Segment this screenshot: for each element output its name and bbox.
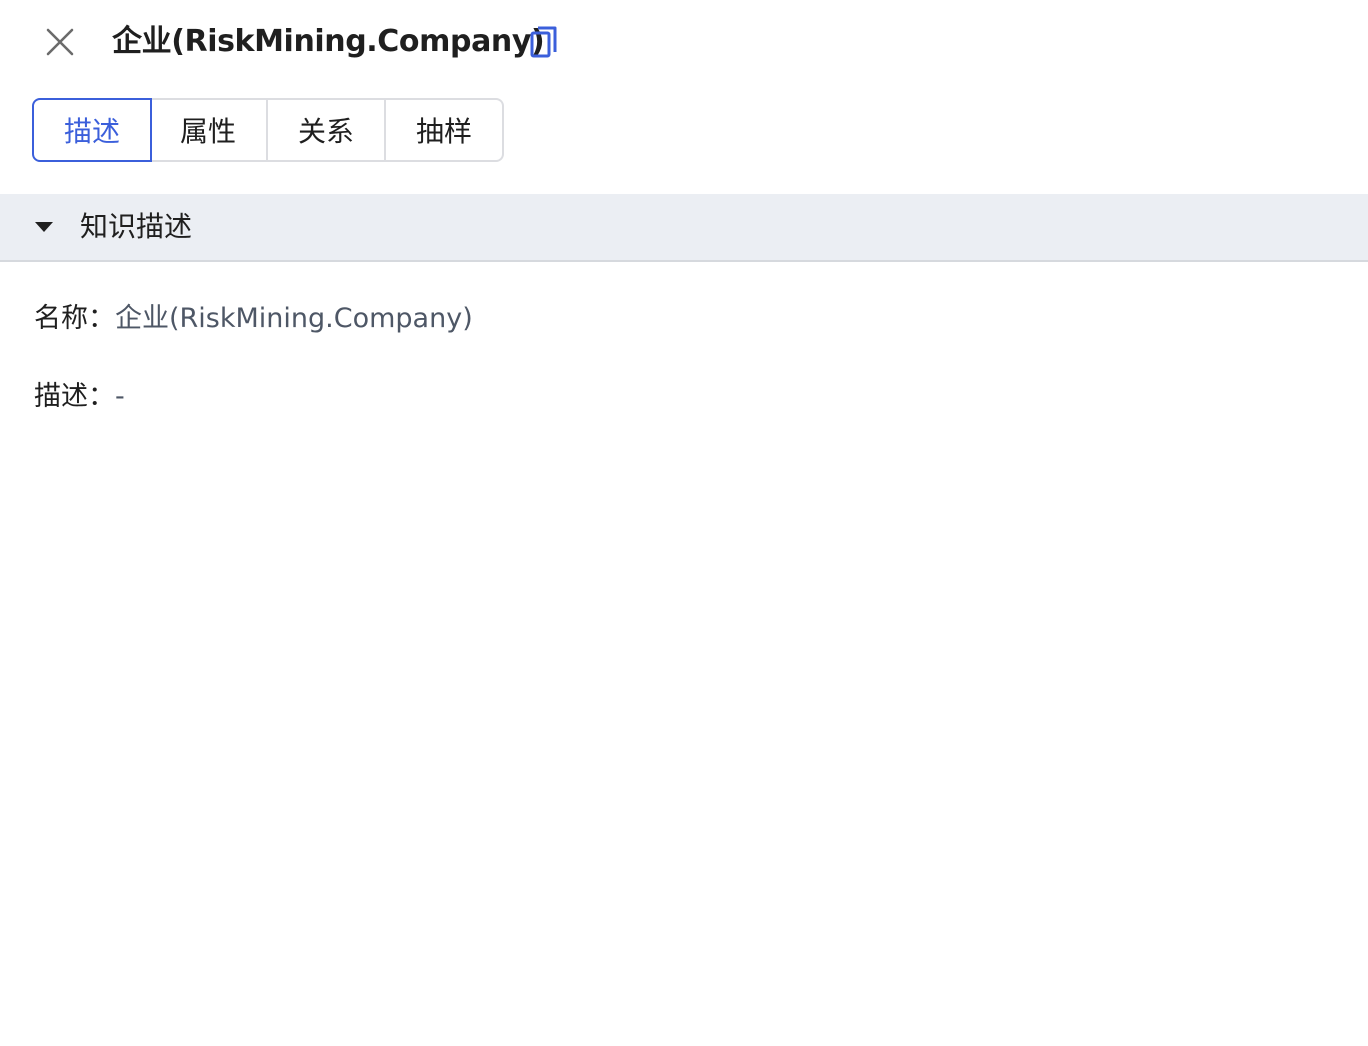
panel-header: 企业(RiskMining.Company)	[0, 0, 1368, 84]
knowledge-description-section-header[interactable]: 知识描述	[0, 194, 1368, 262]
description-label: 描述：	[34, 381, 115, 412]
description-value: -	[115, 381, 125, 412]
tab-relations[interactable]: 关系	[268, 98, 386, 162]
section-title: 知识描述	[80, 210, 193, 243]
detail-panel: 企业(RiskMining.Company) 描述 属性 关系 抽样 知识描述 …	[0, 0, 1368, 1046]
tab-description[interactable]: 描述	[32, 98, 152, 162]
name-label: 名称：	[34, 303, 115, 334]
caret-down-icon	[35, 222, 53, 232]
copy-button[interactable]	[529, 25, 559, 59]
close-button[interactable]	[40, 22, 80, 62]
tab-bar: 描述 属性 关系 抽样	[32, 98, 504, 162]
close-icon	[46, 28, 74, 56]
name-field: 名称：企业(RiskMining.Company)	[34, 299, 473, 339]
copy-icon	[530, 26, 557, 58]
description-field: 描述：-	[34, 377, 125, 417]
tab-properties[interactable]: 属性	[150, 98, 268, 162]
page-title: 企业(RiskMining.Company)	[112, 24, 545, 59]
name-value: 企业(RiskMining.Company)	[115, 303, 473, 334]
tab-samples[interactable]: 抽样	[386, 98, 504, 162]
